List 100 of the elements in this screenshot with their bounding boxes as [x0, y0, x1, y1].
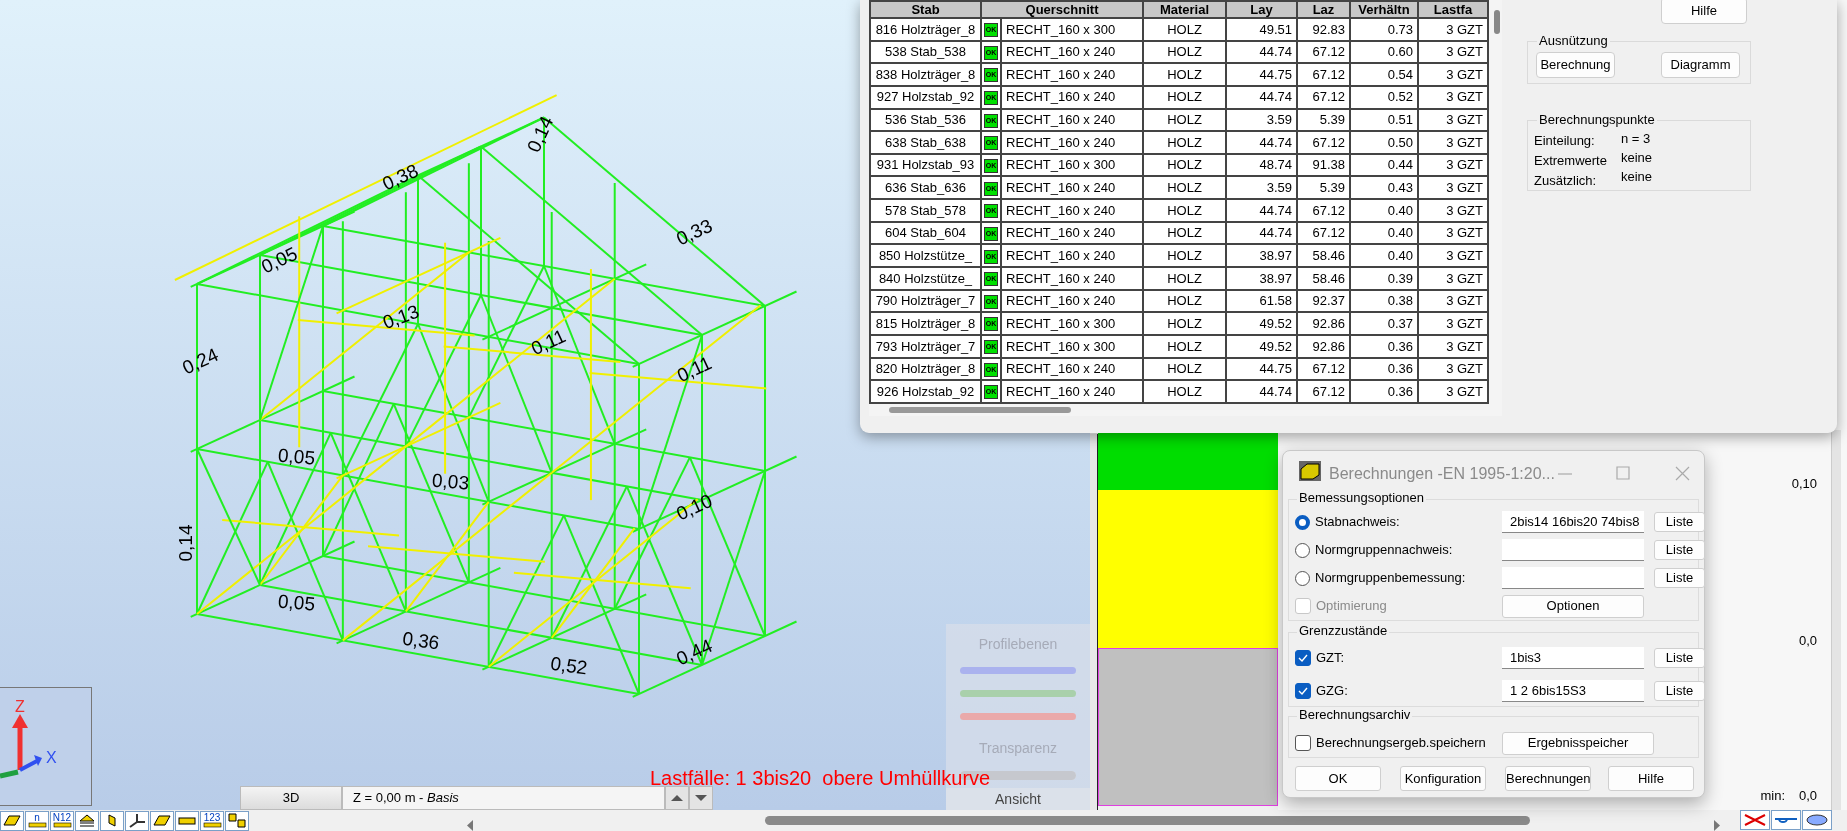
toolbar-button[interactable]: [150, 810, 174, 831]
list-button[interactable]: Liste: [1654, 568, 1705, 588]
min-value: 0,0: [1798, 787, 1817, 805]
table-cell: 3 GZT: [1418, 289, 1488, 313]
column-header[interactable]: Lay: [1226, 1, 1297, 18]
table-cell: HOLZ: [1143, 18, 1226, 41]
arrow-button[interactable]: [689, 786, 713, 810]
splitter[interactable]: [1090, 434, 1098, 810]
table-cell: HOLZ: [1143, 176, 1226, 200]
table-cell: 67.12: [1297, 40, 1350, 64]
list-button[interactable]: Liste: [1654, 647, 1705, 668]
plane-field[interactable]: Z = 0,00 m - Basis: [342, 786, 665, 810]
view-tab[interactable]: 3D: [240, 786, 342, 810]
field-label: Einteilung:: [1534, 132, 1595, 150]
table-cell: 636 Stab_636: [870, 176, 981, 200]
dialog-button[interactable]: Hilfe: [1608, 766, 1694, 791]
table-cell: 536 Stab_536: [870, 108, 981, 132]
dialog-button[interactable]: Berechnungen: [1505, 766, 1591, 791]
table-cell: HOLZ: [1143, 221, 1226, 245]
toolbar-button[interactable]: [125, 810, 149, 831]
table-cell: 38.97: [1226, 244, 1297, 268]
column-header[interactable]: Material: [1143, 1, 1226, 18]
table-cell: RECHT_160 x 240: [1001, 176, 1143, 200]
toolbar-button[interactable]: 123: [200, 810, 224, 831]
toolbar-button[interactable]: [225, 810, 249, 831]
utilization-label: 0,05: [258, 242, 301, 278]
toolbar-button[interactable]: [175, 810, 199, 831]
table-cell: 92.86: [1297, 312, 1350, 335]
panel-footer: Ansicht: [946, 788, 1090, 810]
horizontal-scrollbar[interactable]: [765, 816, 1530, 825]
utilization-label: 0,14: [175, 524, 196, 562]
table-cell: RECHT_160 x 240: [1001, 108, 1143, 132]
checkmark-icon: [1298, 686, 1308, 695]
plane-slider[interactable]: [960, 713, 1076, 720]
bar-icon: [202, 822, 222, 828]
table-cell: 0.52: [1350, 85, 1418, 109]
checkbox[interactable]: GZG:: [1295, 680, 1492, 701]
table-cell: 3 GZT: [1418, 357, 1488, 381]
list-button[interactable]: Liste: [1654, 680, 1705, 701]
column-header[interactable]: Lastfa: [1418, 1, 1488, 18]
checkbox[interactable]: GZT:: [1295, 647, 1492, 668]
table-cell: 5.39: [1297, 108, 1350, 132]
toolbar-button[interactable]: n: [25, 810, 49, 831]
table-cell: HOLZ: [1143, 312, 1226, 335]
input-field[interactable]: [1502, 567, 1644, 589]
utilization-label: 0,36: [401, 627, 441, 654]
input-field[interactable]: 1bis3: [1502, 646, 1644, 669]
table-cell: 44.74: [1226, 131, 1297, 154]
group-title: Ausnützung: [1537, 33, 1610, 48]
table-cell: 0.43: [1350, 176, 1418, 200]
radio-button[interactable]: Normgruppennachweis:: [1295, 540, 1492, 560]
up-triangle-icon: [669, 792, 685, 804]
table-cell: RECHT_160 x 240: [1001, 63, 1143, 86]
table-cell: 3.59: [1226, 108, 1297, 132]
toolbar-button[interactable]: [0, 810, 24, 831]
input-field[interactable]: 1 2 6bis15S3: [1502, 679, 1644, 702]
table-cell: 67.12: [1297, 221, 1350, 245]
table-cell: HOLZ: [1143, 357, 1226, 381]
input-field[interactable]: [1502, 539, 1644, 561]
column-header[interactable]: Stab: [870, 1, 981, 18]
toolbar-button[interactable]: [1802, 810, 1832, 830]
table-cell: HOLZ: [1143, 267, 1226, 290]
field-value: n = 3: [1621, 130, 1651, 148]
table-cell: 0.51: [1350, 108, 1418, 132]
table-cell: 92.86: [1297, 334, 1350, 358]
close-icon[interactable]: [1675, 466, 1690, 481]
toolbar-button[interactable]: N12: [50, 810, 74, 831]
column-header[interactable]: Laz: [1297, 1, 1350, 18]
input-field[interactable]: 2bis14 16bis20 74bis8: [1502, 511, 1644, 533]
beam-icon: [108, 814, 116, 827]
plane-slider[interactable]: [960, 690, 1076, 697]
table-cell: 58.46: [1297, 244, 1350, 268]
arrow-button[interactable]: [665, 786, 689, 810]
list-button[interactable]: Liste: [1654, 540, 1705, 560]
toolbar-button[interactable]: [100, 810, 124, 831]
radio-button[interactable]: Normgruppenbemessung:: [1295, 568, 1492, 588]
radio-button[interactable]: Stabnachweis:: [1295, 512, 1492, 532]
list-button[interactable]: Liste: [1654, 512, 1705, 532]
table-cell: 0.50: [1350, 131, 1418, 154]
action-button[interactable]: Ergebnisspeicher: [1502, 731, 1654, 755]
table-cell: 0.40: [1350, 244, 1418, 268]
dialog-button[interactable]: OK: [1295, 766, 1381, 791]
plane-slider[interactable]: [960, 667, 1076, 674]
table-cell: 0.39: [1350, 267, 1418, 290]
help-button[interactable]: Hilfe: [1661, 0, 1747, 24]
action-button[interactable]: Diagramm: [1661, 52, 1740, 78]
group-title: Bemessungsoptionen: [1297, 490, 1427, 505]
axis-label: X: [46, 749, 57, 766]
action-button[interactable]: Berechnung: [1536, 52, 1615, 78]
utilization-label: 0,24: [179, 343, 222, 379]
table-cell: 0.73: [1350, 18, 1418, 41]
toolbar-button[interactable]: [75, 810, 99, 831]
checkbox[interactable]: Berechnungsergeb.speichern: [1295, 733, 1492, 753]
toolbar-button[interactable]: [1771, 810, 1801, 830]
table-cell: 44.74: [1226, 40, 1297, 64]
column-header[interactable]: Querschnitt: [981, 1, 1143, 18]
dialog-button[interactable]: Konfiguration: [1400, 766, 1486, 791]
vertical-scrollbar[interactable]: [1831, 430, 1841, 810]
table-cell: 3 GZT: [1418, 267, 1488, 290]
column-header[interactable]: Verhältn: [1350, 1, 1418, 18]
